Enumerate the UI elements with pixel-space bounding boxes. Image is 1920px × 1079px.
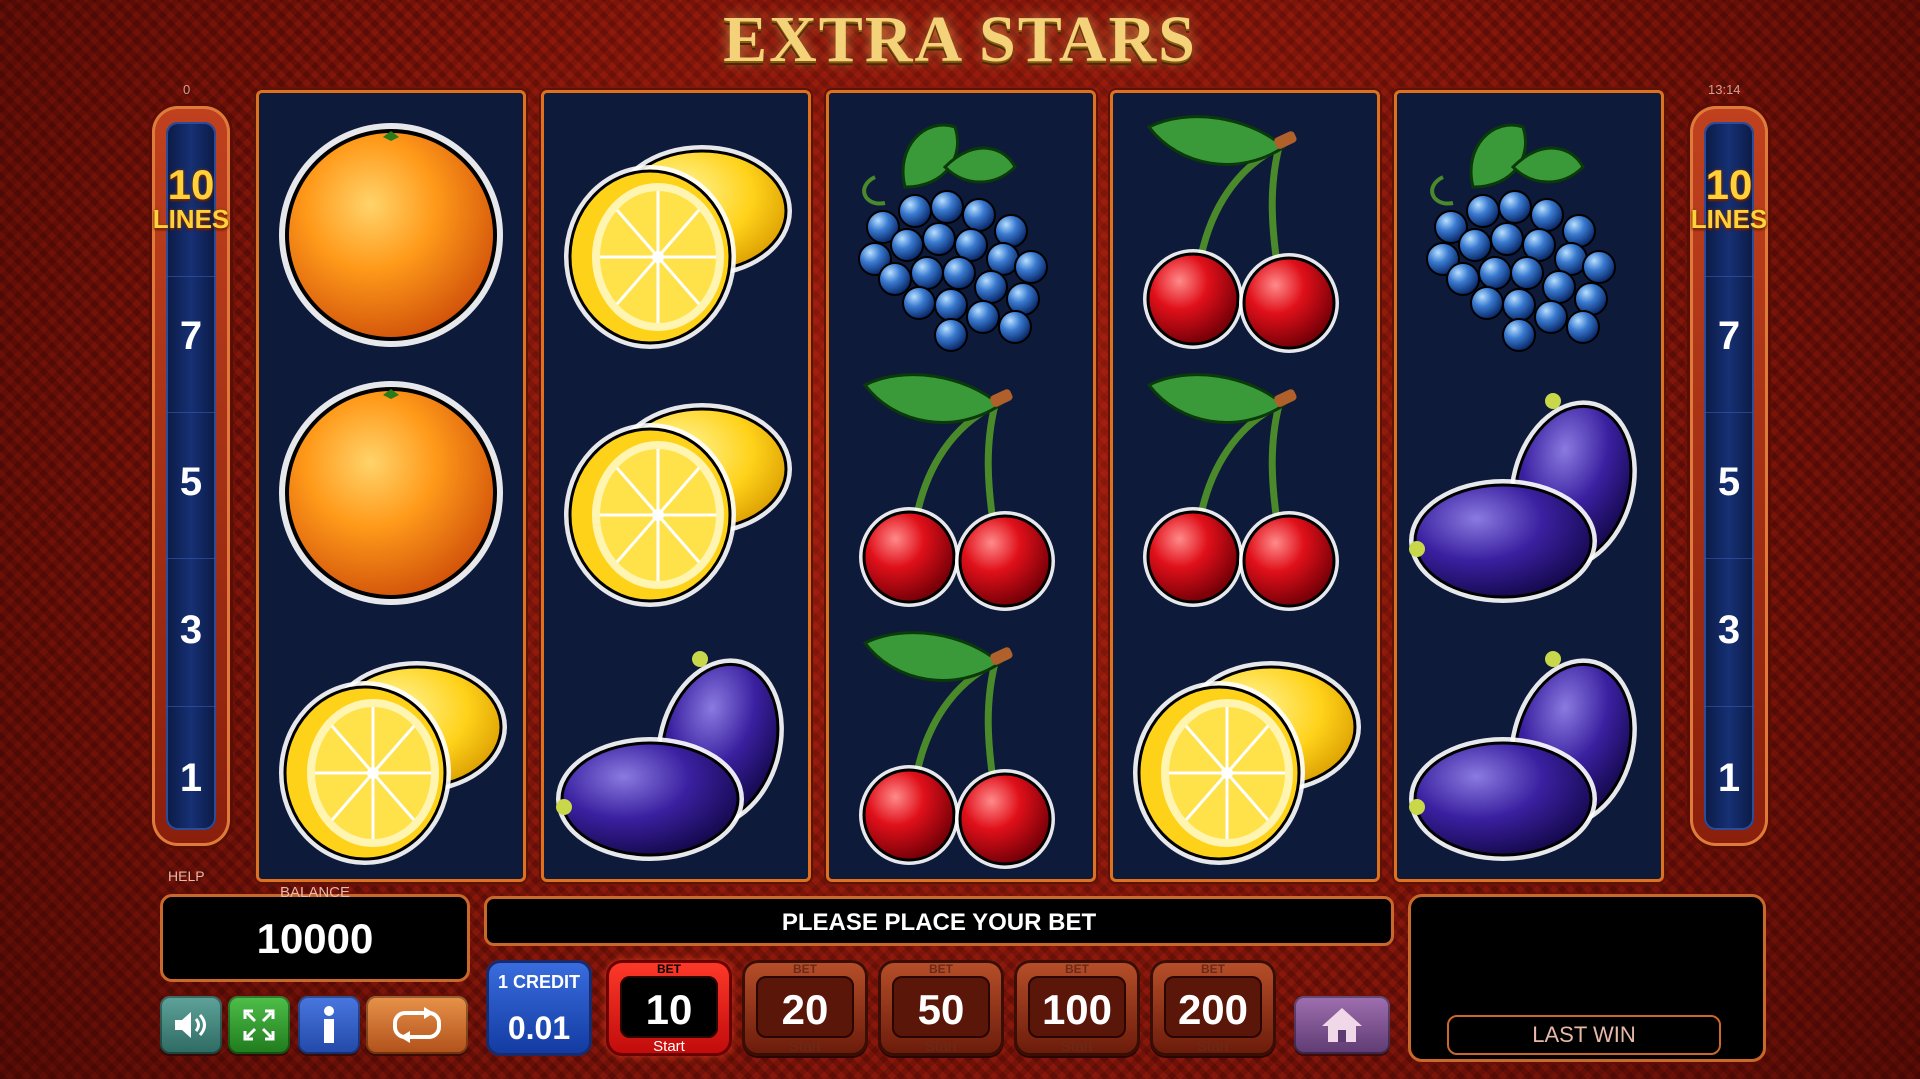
bet-value: 200: [1177, 986, 1249, 1033]
divider: [1704, 412, 1754, 413]
fullscreen-icon: [243, 1009, 275, 1041]
cherry-symbol-icon: [1119, 107, 1371, 359]
divider: [166, 276, 216, 277]
autoplay-button[interactable]: [366, 996, 468, 1054]
line-indicator-left: 10 LINES 7 5 3 1: [152, 106, 230, 846]
plum-symbol-icon: [1407, 642, 1655, 863]
line-number[interactable]: 1: [1690, 756, 1768, 801]
plum-symbol-icon: [1407, 384, 1655, 605]
bet-face: 10: [620, 976, 718, 1038]
lines-count: 10: [167, 161, 215, 208]
divider: [1704, 558, 1754, 559]
bet-value: 20: [781, 986, 829, 1033]
lemon-symbol-icon: [277, 659, 509, 867]
credit-label: 1 CREDIT: [497, 972, 580, 992]
left-counter: 0: [183, 82, 191, 97]
line-number[interactable]: 5: [1690, 460, 1768, 505]
start-label: Start: [1061, 1038, 1093, 1055]
grapes-symbol-icon: [1425, 123, 1617, 353]
bet-caption: BET: [657, 962, 681, 976]
line-number[interactable]: 1: [152, 756, 230, 801]
divider: [166, 706, 216, 707]
reel-4: [1110, 90, 1380, 882]
lemon-symbol-icon: [1131, 659, 1363, 867]
reel-5: [1394, 90, 1664, 882]
cherry-symbol-icon: [835, 365, 1087, 617]
lines-label: LINES: [1690, 204, 1768, 234]
line-number[interactable]: 5: [152, 460, 230, 505]
line-number[interactable]: 7: [1690, 314, 1768, 359]
credit-value: 0.01: [507, 1010, 571, 1046]
start-label: Start: [925, 1038, 957, 1055]
bet-value: 10: [645, 986, 693, 1033]
reel-3: [826, 90, 1096, 882]
bet-face: 100: [1028, 976, 1126, 1038]
line-number[interactable]: 7: [152, 314, 230, 359]
balance-value: 10000: [256, 915, 374, 962]
divider: [1704, 276, 1754, 277]
plum-symbol-icon: [554, 642, 802, 863]
bet-caption: BET: [1201, 962, 1225, 976]
info-icon: [324, 1006, 334, 1043]
game-title-logo: EXTRA STARS: [0, 0, 1920, 80]
game-title: EXTRA STARS: [723, 3, 1197, 76]
info-button[interactable]: [298, 996, 360, 1054]
clock: 13:14: [1708, 82, 1741, 97]
autoplay-icon: [393, 1007, 441, 1043]
lines-badge: 10 LINES: [1686, 161, 1772, 234]
bet-face: 50: [892, 976, 990, 1038]
message-bar: PLEASE PLACE YOUR BET: [484, 896, 1394, 946]
line-indicator-right: 10 LINES 7 5 3 1: [1690, 106, 1768, 846]
start-label: Start: [789, 1038, 821, 1055]
balance-display: 10000: [160, 894, 470, 982]
bet-face: 20: [756, 976, 854, 1038]
bet-caption: BET: [929, 962, 953, 976]
home-icon: [1322, 1008, 1362, 1042]
cherry-symbol-icon: [835, 623, 1087, 875]
bet-caption: BET: [1065, 962, 1089, 976]
bet-value: 100: [1041, 986, 1113, 1033]
lines-label: LINES: [152, 204, 230, 234]
divider: [166, 412, 216, 413]
cherry-symbol-icon: [1119, 365, 1371, 617]
status-message: PLEASE PLACE YOUR BET: [781, 909, 1097, 936]
bet-value: 50: [917, 986, 965, 1033]
lemon-symbol-icon: [562, 143, 794, 351]
lines-count: 10: [1705, 161, 1753, 208]
balance-label: BALANCE: [279, 884, 351, 901]
home-button[interactable]: [1294, 996, 1390, 1054]
start-label: Start: [653, 1038, 685, 1055]
last-win-label: LAST WIN: [1447, 1015, 1721, 1055]
reel-2: [541, 90, 811, 882]
bet-button-50[interactable]: BET 50 Start: [878, 960, 1004, 1056]
credit-value-selector[interactable]: 1 CREDIT 0.01: [486, 960, 592, 1056]
bet-button-10[interactable]: BET 10 Start: [606, 960, 732, 1056]
reel-1: [256, 90, 526, 882]
help-link[interactable]: HELP: [168, 868, 205, 884]
line-number[interactable]: 3: [152, 608, 230, 653]
orange-symbol-icon: [279, 123, 503, 347]
line-number[interactable]: 3: [1690, 608, 1768, 653]
sound-button[interactable]: [160, 996, 222, 1054]
win-display: LAST WIN: [1408, 894, 1766, 1062]
orange-symbol-icon: [279, 381, 503, 605]
divider: [166, 558, 216, 559]
speaker-icon: [175, 1012, 206, 1038]
divider: [1704, 706, 1754, 707]
bet-caption: BET: [793, 962, 817, 976]
bet-face: 200: [1164, 976, 1262, 1038]
start-label: Start: [1197, 1038, 1229, 1055]
grapes-symbol-icon: [857, 123, 1049, 353]
bet-button-200[interactable]: BET 200 Start: [1150, 960, 1276, 1056]
lemon-symbol-icon: [562, 401, 794, 609]
fullscreen-button[interactable]: [228, 996, 290, 1054]
bet-button-20[interactable]: BET 20 Start: [742, 960, 868, 1056]
bet-button-100[interactable]: BET 100 Start: [1014, 960, 1140, 1056]
lines-badge: 10 LINES: [148, 161, 234, 234]
